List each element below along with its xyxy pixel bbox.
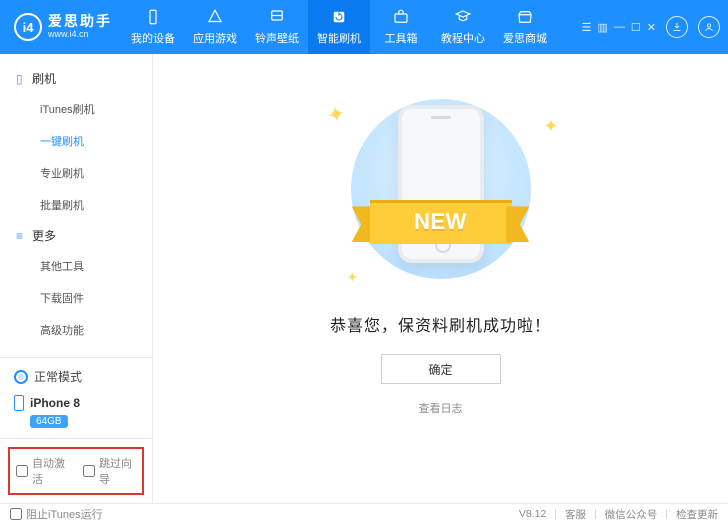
window-controls: ☰ ▥ — ☐ ✕ [582, 21, 656, 34]
nav-label: 爱思商城 [503, 30, 547, 46]
checkbox-auto-activate[interactable]: 自动激活 [16, 455, 69, 487]
window-maximize-icon[interactable]: ☐ [631, 21, 641, 34]
toolbox-icon [392, 8, 410, 26]
sidebar-item-itunes-flash[interactable]: iTunes刷机 [0, 93, 152, 125]
ok-button[interactable]: 确定 [381, 354, 501, 384]
device-storage-badge: 64GB [30, 415, 68, 428]
group-title: 刷机 [32, 70, 56, 87]
app-logo: i4 爱思助手 www.i4.cn [0, 13, 122, 41]
version-label: V8.12 [519, 508, 546, 520]
ribbon-text: NEW [370, 200, 512, 244]
flash-icon [330, 8, 348, 26]
nav-tutorial[interactable]: 教程中心 [432, 0, 494, 54]
app-url: www.i4.cn [48, 30, 112, 40]
star-icon: ✦ [324, 100, 347, 129]
nav-label: 教程中心 [441, 30, 485, 46]
main-nav: 我的设备 应用游戏 铃声壁纸 智能刷机 工具箱 教程中心 爱思商城 [122, 0, 556, 54]
nav-label: 智能刷机 [317, 30, 361, 46]
checkbox-label: 自动激活 [32, 455, 69, 487]
checkbox-label: 跳过向导 [99, 455, 136, 487]
sidebar-item-advanced[interactable]: 高级功能 [0, 314, 152, 346]
status-dot-icon [14, 370, 28, 384]
phone-outline-icon: ▯ [16, 72, 26, 86]
more-icon: ≡ [16, 229, 26, 243]
app-title: 爱思助手 [48, 14, 112, 29]
nav-label: 铃声壁纸 [255, 30, 299, 46]
header-right: ☰ ▥ — ☐ ✕ [582, 16, 728, 38]
sidebar: ▯ 刷机 iTunes刷机 一键刷机 专业刷机 批量刷机 ≡ 更多 其他工具 下载固… [0, 54, 153, 503]
sidebar-group-more: ≡ 更多 [0, 221, 152, 250]
sidebar-item-pro-flash[interactable]: 专业刷机 [0, 157, 152, 189]
account-button[interactable] [698, 16, 720, 38]
nav-label: 工具箱 [385, 30, 418, 46]
window-close-icon[interactable]: ✕ [647, 21, 656, 34]
nav-my-devices[interactable]: 我的设备 [122, 0, 184, 54]
update-link[interactable]: 检查更新 [676, 507, 718, 522]
nav-label: 我的设备 [131, 30, 175, 46]
ribbon: NEW [352, 200, 530, 244]
tutorial-icon [454, 8, 472, 26]
sidebar-item-download-fw[interactable]: 下载固件 [0, 282, 152, 314]
wechat-link[interactable]: 微信公众号 [605, 507, 658, 522]
nav-ringtone[interactable]: 铃声壁纸 [246, 0, 308, 54]
device-row[interactable]: iPhone 8 64GB [14, 395, 138, 428]
checkbox-block-itunes[interactable]: 阻止iTunes运行 [10, 506, 103, 522]
app-header: i4 爱思助手 www.i4.cn 我的设备 应用游戏 铃声壁纸 智能刷机 工具… [0, 0, 728, 54]
window-menu-icon[interactable]: ☰ [582, 21, 592, 34]
nav-toolbox[interactable]: 工具箱 [370, 0, 432, 54]
nav-apps[interactable]: 应用游戏 [184, 0, 246, 54]
sidebar-item-oneclick-flash[interactable]: 一键刷机 [0, 125, 152, 157]
checkbox-input[interactable] [10, 508, 22, 520]
highlighted-options: 自动激活 跳过向导 [10, 449, 142, 493]
ringtone-icon [268, 8, 286, 26]
phone-mini-icon [14, 395, 24, 411]
sidebar-options: 自动激活 跳过向导 [0, 438, 152, 503]
apps-icon [206, 8, 224, 26]
view-log-link[interactable]: 查看日志 [419, 400, 463, 416]
star-icon: ✦ [543, 116, 558, 137]
group-title: 更多 [32, 227, 56, 244]
mode-label: 正常模式 [34, 368, 82, 385]
store-icon [516, 8, 534, 26]
sidebar-status: 正常模式 iPhone 8 64GB [0, 357, 152, 438]
sidebar-group-flash: ▯ 刷机 [0, 64, 152, 93]
checkbox-input[interactable] [16, 465, 28, 477]
logo-icon: i4 [14, 13, 42, 41]
success-banner: ✦ ✦ ✦ NEW [321, 94, 561, 284]
support-link[interactable]: 客服 [565, 507, 586, 522]
sidebar-item-other-tools[interactable]: 其他工具 [0, 250, 152, 282]
mode-row[interactable]: 正常模式 [14, 368, 138, 385]
nav-store[interactable]: 爱思商城 [494, 0, 556, 54]
nav-label: 应用游戏 [193, 30, 237, 46]
window-lock-icon[interactable]: ▥ [598, 21, 608, 34]
device-name: iPhone 8 [30, 396, 80, 410]
checkbox-skip-guide[interactable]: 跳过向导 [83, 455, 136, 487]
device-icon [144, 8, 162, 26]
nav-flash[interactable]: 智能刷机 [308, 0, 370, 54]
main-panel: ✦ ✦ ✦ NEW 恭喜您，保资料刷机成功啦！ 确定 查看日志 [153, 54, 728, 503]
checkbox-label: 阻止iTunes运行 [26, 506, 103, 522]
star-icon: ✦ [347, 269, 359, 286]
window-minimize-icon[interactable]: — [614, 21, 625, 34]
status-bar: 阻止iTunes运行 V8.12| 客服| 微信公众号| 检查更新 [0, 503, 728, 524]
checkbox-input[interactable] [83, 465, 95, 477]
download-button[interactable] [666, 16, 688, 38]
sidebar-item-batch-flash[interactable]: 批量刷机 [0, 189, 152, 221]
success-message: 恭喜您，保资料刷机成功啦！ [330, 312, 551, 336]
